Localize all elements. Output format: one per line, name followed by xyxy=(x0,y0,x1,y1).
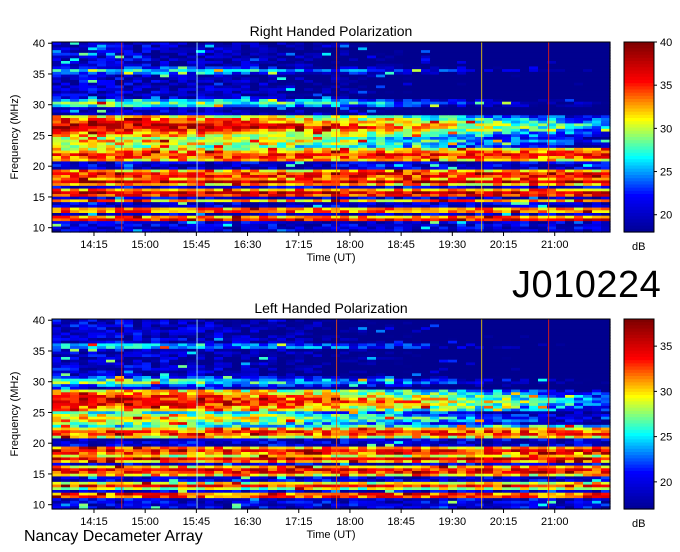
spectrogram-raster xyxy=(52,42,611,233)
spectrogram-raster xyxy=(52,319,611,510)
x-tick-label: 14:15 xyxy=(80,516,108,528)
x-tick-label: 19:30 xyxy=(439,516,467,528)
y-tick-label: 15 xyxy=(33,192,45,204)
x-tick-label: 18:45 xyxy=(387,239,415,251)
x-tick-label: 20:15 xyxy=(490,239,518,251)
colorbar-tick-label: 30 xyxy=(660,386,672,398)
footer-label: Nancay Decameter Array xyxy=(24,528,203,545)
colorbar-tick-label: 35 xyxy=(660,80,672,92)
colorbar-unit-label: dB xyxy=(632,518,645,530)
x-tick-label: 19:30 xyxy=(439,239,467,251)
y-tick-label: 35 xyxy=(33,69,45,81)
x-tick-label: 14:15 xyxy=(80,239,108,251)
x-tick-label: 16:30 xyxy=(234,516,262,528)
y-tick-label: 40 xyxy=(33,315,45,327)
x-tick-label: 21:00 xyxy=(541,516,569,528)
colorbar xyxy=(624,319,654,510)
x-tick-label: 18:45 xyxy=(387,516,415,528)
y-tick-label: 10 xyxy=(33,223,45,235)
colorbar-tick-label: 35 xyxy=(660,341,672,353)
y-tick-label: 30 xyxy=(33,100,45,112)
y-axis-label: Frequency (MHz) xyxy=(9,372,21,457)
colorbar-tick-label: 20 xyxy=(660,477,672,489)
y-tick-label: 25 xyxy=(33,130,45,142)
y-tick-label: 30 xyxy=(33,377,45,389)
colorbar-tick-label: 25 xyxy=(660,432,672,444)
x-tick-label: 18:00 xyxy=(336,239,364,251)
colorbar-tick-label: 25 xyxy=(660,167,672,179)
x-tick-label: 17:15 xyxy=(285,516,313,528)
x-tick-label: 21:00 xyxy=(541,239,569,251)
y-tick-label: 20 xyxy=(33,161,45,173)
left-polarization-spectrogram: 10 15 20 25 30 35 40 Frequency (MHz) 14:15 15:00 1… xyxy=(9,315,672,541)
x-axis-label: Time (UT) xyxy=(306,252,355,264)
x-tick-label: 16:30 xyxy=(234,239,262,251)
x-axis-label: Time (UT) xyxy=(306,529,355,541)
colorbar-tick-label: 30 xyxy=(660,123,672,135)
y-tick-label: 35 xyxy=(33,346,45,358)
x-tick-label: 17:15 xyxy=(285,239,313,251)
x-tick-label: 18:00 xyxy=(336,516,364,528)
x-tick-label: 15:45 xyxy=(183,239,211,251)
y-tick-label: 10 xyxy=(33,500,45,512)
colorbar xyxy=(624,42,654,233)
y-tick-label: 15 xyxy=(33,469,45,481)
y-axis-label: Frequency (MHz) xyxy=(9,95,21,180)
x-tick-label: 15:00 xyxy=(131,516,159,528)
colorbar-unit-label: dB xyxy=(632,241,645,253)
y-tick-label: 40 xyxy=(33,38,45,50)
y-tick-label: 20 xyxy=(33,438,45,450)
right-polarization-spectrogram: 10 15 20 25 30 35 40 Frequency (MHz) 14:15 15:00 1… xyxy=(9,37,672,264)
x-tick-label: 15:00 xyxy=(131,239,159,251)
x-tick-label: 15:45 xyxy=(183,516,211,528)
x-tick-label: 20:15 xyxy=(490,516,518,528)
colorbar-tick-label: 40 xyxy=(660,37,672,49)
colorbar-tick-label: 20 xyxy=(660,210,672,222)
y-tick-label: 25 xyxy=(33,407,45,419)
